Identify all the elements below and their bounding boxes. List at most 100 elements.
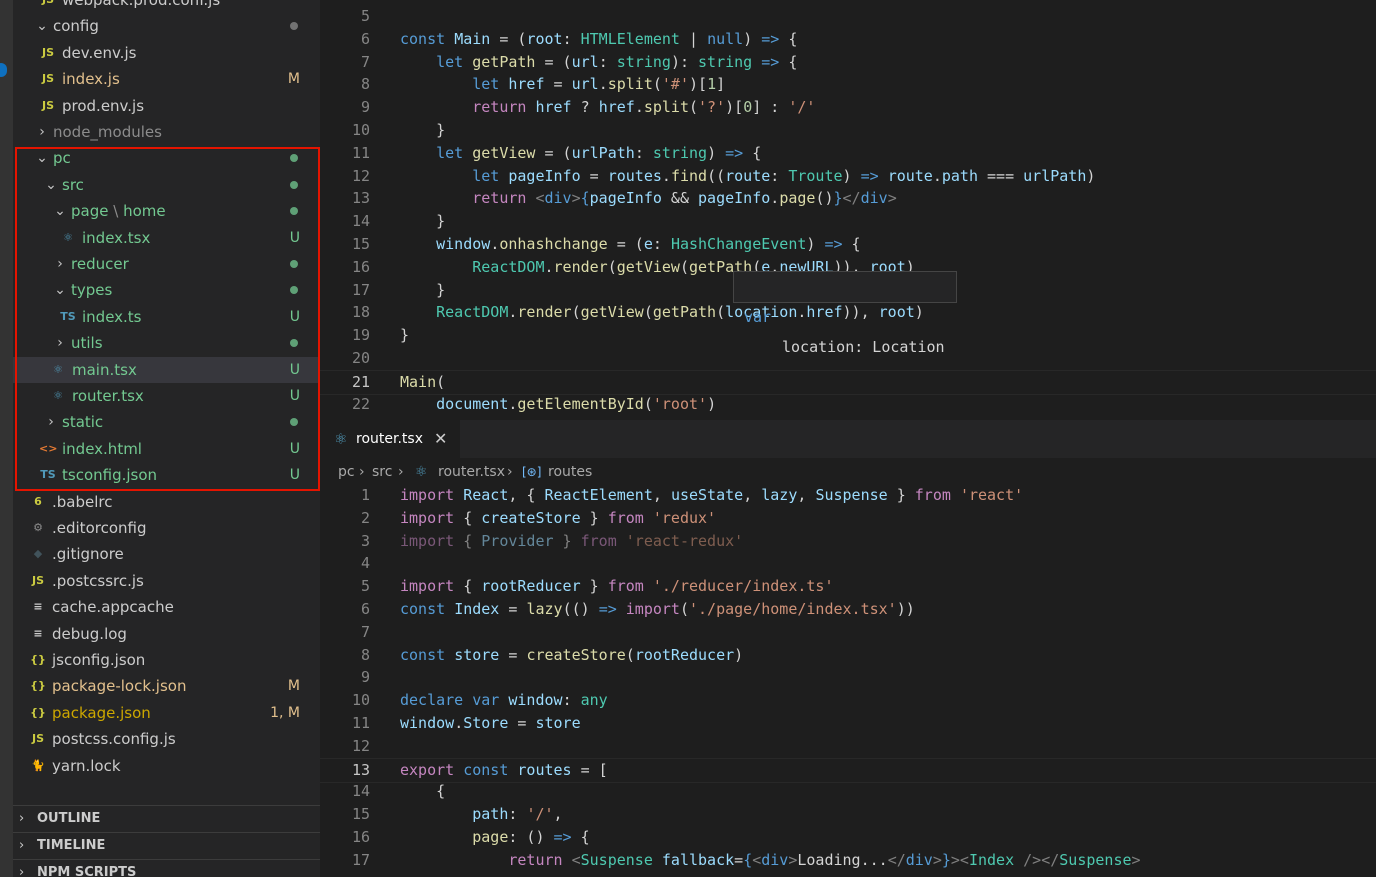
code-text: ReactDOM.render(getView(getPath(location… xyxy=(436,303,924,322)
tree-item[interactable]: {} package-lock.json M xyxy=(13,673,320,699)
breadcrumb-item-file[interactable]: router.tsx xyxy=(438,458,505,486)
code-line[interactable]: 10 declare var window: any xyxy=(320,689,1376,712)
line-number: 10 xyxy=(351,691,370,710)
bottom-editor-pane[interactable]: 1 import React, { ReactElement, useState,… xyxy=(320,486,1376,877)
code-text: let getPath = (url: string): string => { xyxy=(436,52,798,71)
chevron-right-icon: › xyxy=(398,464,404,480)
code-text: } xyxy=(400,121,446,139)
tree-item[interactable]: ≡ cache.appcache xyxy=(13,594,320,620)
chevron-right-icon[interactable]: › xyxy=(35,119,49,145)
code-line[interactable]: 14 } xyxy=(320,210,1376,233)
git-status-badge: M xyxy=(287,71,300,88)
panel-timeline[interactable]: › TIMELINE xyxy=(13,832,320,859)
code-text: { xyxy=(400,782,446,801)
tree-item-label: prod.env.js xyxy=(62,96,145,115)
hover-tooltip: var location: Location xyxy=(733,271,957,356)
panel-npm-scripts[interactable]: › NPM SCRIPTS xyxy=(13,859,320,877)
close-icon[interactable]: ✕ xyxy=(434,420,447,458)
js-file-icon: JS xyxy=(41,72,54,86)
code-line[interactable]: 1 import React, { ReactElement, useState,… xyxy=(320,486,1376,507)
line-number: 8 xyxy=(360,645,370,664)
tree-item[interactable]: {} jsconfig.json xyxy=(13,647,320,673)
breadcrumb-item-pc[interactable]: pc xyxy=(338,458,355,486)
code-line[interactable]: 16 page: () => { xyxy=(320,826,1376,849)
tree-item-label: package.json xyxy=(52,703,151,722)
tree-item[interactable]: ◆ .gitignore xyxy=(13,541,320,567)
code-line[interactable]: 9 return href ? href.split('?')[0] : '/' xyxy=(320,96,1376,119)
code-text: return href ? href.split('?')[0] : '/' xyxy=(472,98,816,117)
babel-file-icon: 6 xyxy=(34,494,42,508)
git-status-badge: M xyxy=(287,678,300,695)
code-line[interactable]: 17 return <Suspense fallback={<div>Loadi… xyxy=(320,849,1376,872)
tree-item[interactable]: JS .postcssrc.js xyxy=(13,568,320,594)
line-number: 6 xyxy=(360,29,370,48)
git-status-badge: 1, M xyxy=(270,704,300,721)
code-line[interactable]: 15 window.onhashchange = (e: HashChangeE… xyxy=(320,233,1376,256)
code-line[interactable]: 11 window.Store = store xyxy=(320,712,1376,735)
code-text: let getView = (urlPath: string) => { xyxy=(436,143,762,162)
panel-label: TIMELINE xyxy=(37,838,106,853)
code-line[interactable]: 22 document.getElementById('root') xyxy=(320,393,1376,416)
tree-item[interactable]: ⚙ .editorconfig xyxy=(13,515,320,541)
line-number: 9 xyxy=(360,98,370,117)
tree-item-label: postcss.config.js xyxy=(52,730,176,749)
code-line[interactable]: 13 return <div>{pageInfo && pageInfo.pag… xyxy=(320,187,1376,210)
chevron-down-icon[interactable]: ⌄ xyxy=(35,13,49,39)
code-line[interactable]: 15 path: '/', xyxy=(320,803,1376,826)
code-line[interactable]: 12 xyxy=(320,735,1376,758)
code-line[interactable]: 5 xyxy=(320,5,1376,28)
code-text: import React, { ReactElement, useState, … xyxy=(400,486,1024,504)
code-line[interactable]: 2 import { createStore } from 'redux' xyxy=(320,507,1376,530)
tree-item[interactable]: JS postcss.config.js xyxy=(13,726,320,752)
js-file-icon: JS xyxy=(41,98,54,112)
tree-item[interactable]: JS index.js M xyxy=(13,66,320,92)
code-line[interactable]: 21 Main( xyxy=(320,369,1376,395)
tree-item[interactable]: ⌄ config xyxy=(13,13,320,39)
code-line[interactable]: 6 const Main = (root: HTMLElement | null)… xyxy=(320,28,1376,51)
tree-item[interactable]: JS webpack.prod.conf.js xyxy=(13,0,320,13)
breadcrumb-item-src[interactable]: src xyxy=(372,458,392,486)
js-file-icon: JS xyxy=(41,45,54,59)
code-line[interactable]: 8 let href = url.split('#')[1] xyxy=(320,73,1376,96)
annotation-highlight-box xyxy=(15,147,320,491)
code-text: return <div>{pageInfo && pageInfo.page()… xyxy=(472,189,897,208)
code-line[interactable]: 12 let pageInfo = routes.find((route: Tr… xyxy=(320,165,1376,188)
code-text: const Index = lazy(() => import('./page/… xyxy=(400,600,915,618)
tree-item[interactable]: JS prod.env.js xyxy=(13,93,320,119)
code-line[interactable]: 9 xyxy=(320,666,1376,689)
tab-router-tsx[interactable]: ⚛ router.tsx ✕ xyxy=(320,420,460,458)
tree-item[interactable]: ≡ debug.log xyxy=(13,621,320,647)
code-line[interactable]: 7 xyxy=(320,621,1376,644)
tree-item[interactable]: 6 .babelrc xyxy=(13,489,320,515)
code-line[interactable]: 8 const store = createStore(rootReducer) xyxy=(320,644,1376,667)
code-line[interactable]: 5 import { rootReducer } from './reducer/… xyxy=(320,575,1376,598)
code-text: let href = url.split('#')[1] xyxy=(472,75,726,94)
breadcrumb-item-symbol[interactable]: routes xyxy=(548,458,592,486)
line-number: 4 xyxy=(360,554,370,573)
code-line[interactable]: 13 export const routes = [ xyxy=(320,757,1376,783)
panel-label: NPM SCRIPTS xyxy=(37,865,137,877)
code-line[interactable]: 10 } xyxy=(320,119,1376,142)
code-line[interactable]: 18 ReactDOM.render(getView(getPath(locat… xyxy=(320,301,1376,324)
text-file-icon: ≡ xyxy=(33,600,43,614)
code-line[interactable]: 14 { xyxy=(320,780,1376,803)
tree-item[interactable]: 🐈 yarn.lock xyxy=(13,753,320,779)
code-line[interactable]: 11 let getView = (urlPath: string) => { xyxy=(320,142,1376,165)
code-line[interactable]: 7 let getPath = (url: string): string =>… xyxy=(320,51,1376,74)
chevron-right-icon: › xyxy=(19,865,25,877)
tree-item-label: index.js xyxy=(62,70,120,89)
tree-item[interactable]: {} package.json 1, M xyxy=(13,700,320,726)
code-line[interactable]: 6 const Index = lazy(() => import('./page… xyxy=(320,598,1376,621)
code-line[interactable]: 4 xyxy=(320,552,1376,575)
hover-text: location: Location xyxy=(782,338,945,356)
line-number: 3 xyxy=(360,531,370,550)
line-number: 15 xyxy=(351,235,370,253)
code-text: import { Provider } from 'react-redux' xyxy=(400,531,744,550)
panel-outline[interactable]: › OUTLINE xyxy=(13,805,320,832)
code-text: path: '/', xyxy=(472,805,563,824)
tree-item[interactable]: › node_modules xyxy=(13,119,320,145)
code-text: import { rootReducer } from './reducer/i… xyxy=(400,577,834,596)
chevron-right-icon: › xyxy=(19,811,25,826)
tree-item[interactable]: JS dev.env.js xyxy=(13,40,320,66)
code-line[interactable]: 3 import { Provider } from 'react-redux' xyxy=(320,530,1376,553)
